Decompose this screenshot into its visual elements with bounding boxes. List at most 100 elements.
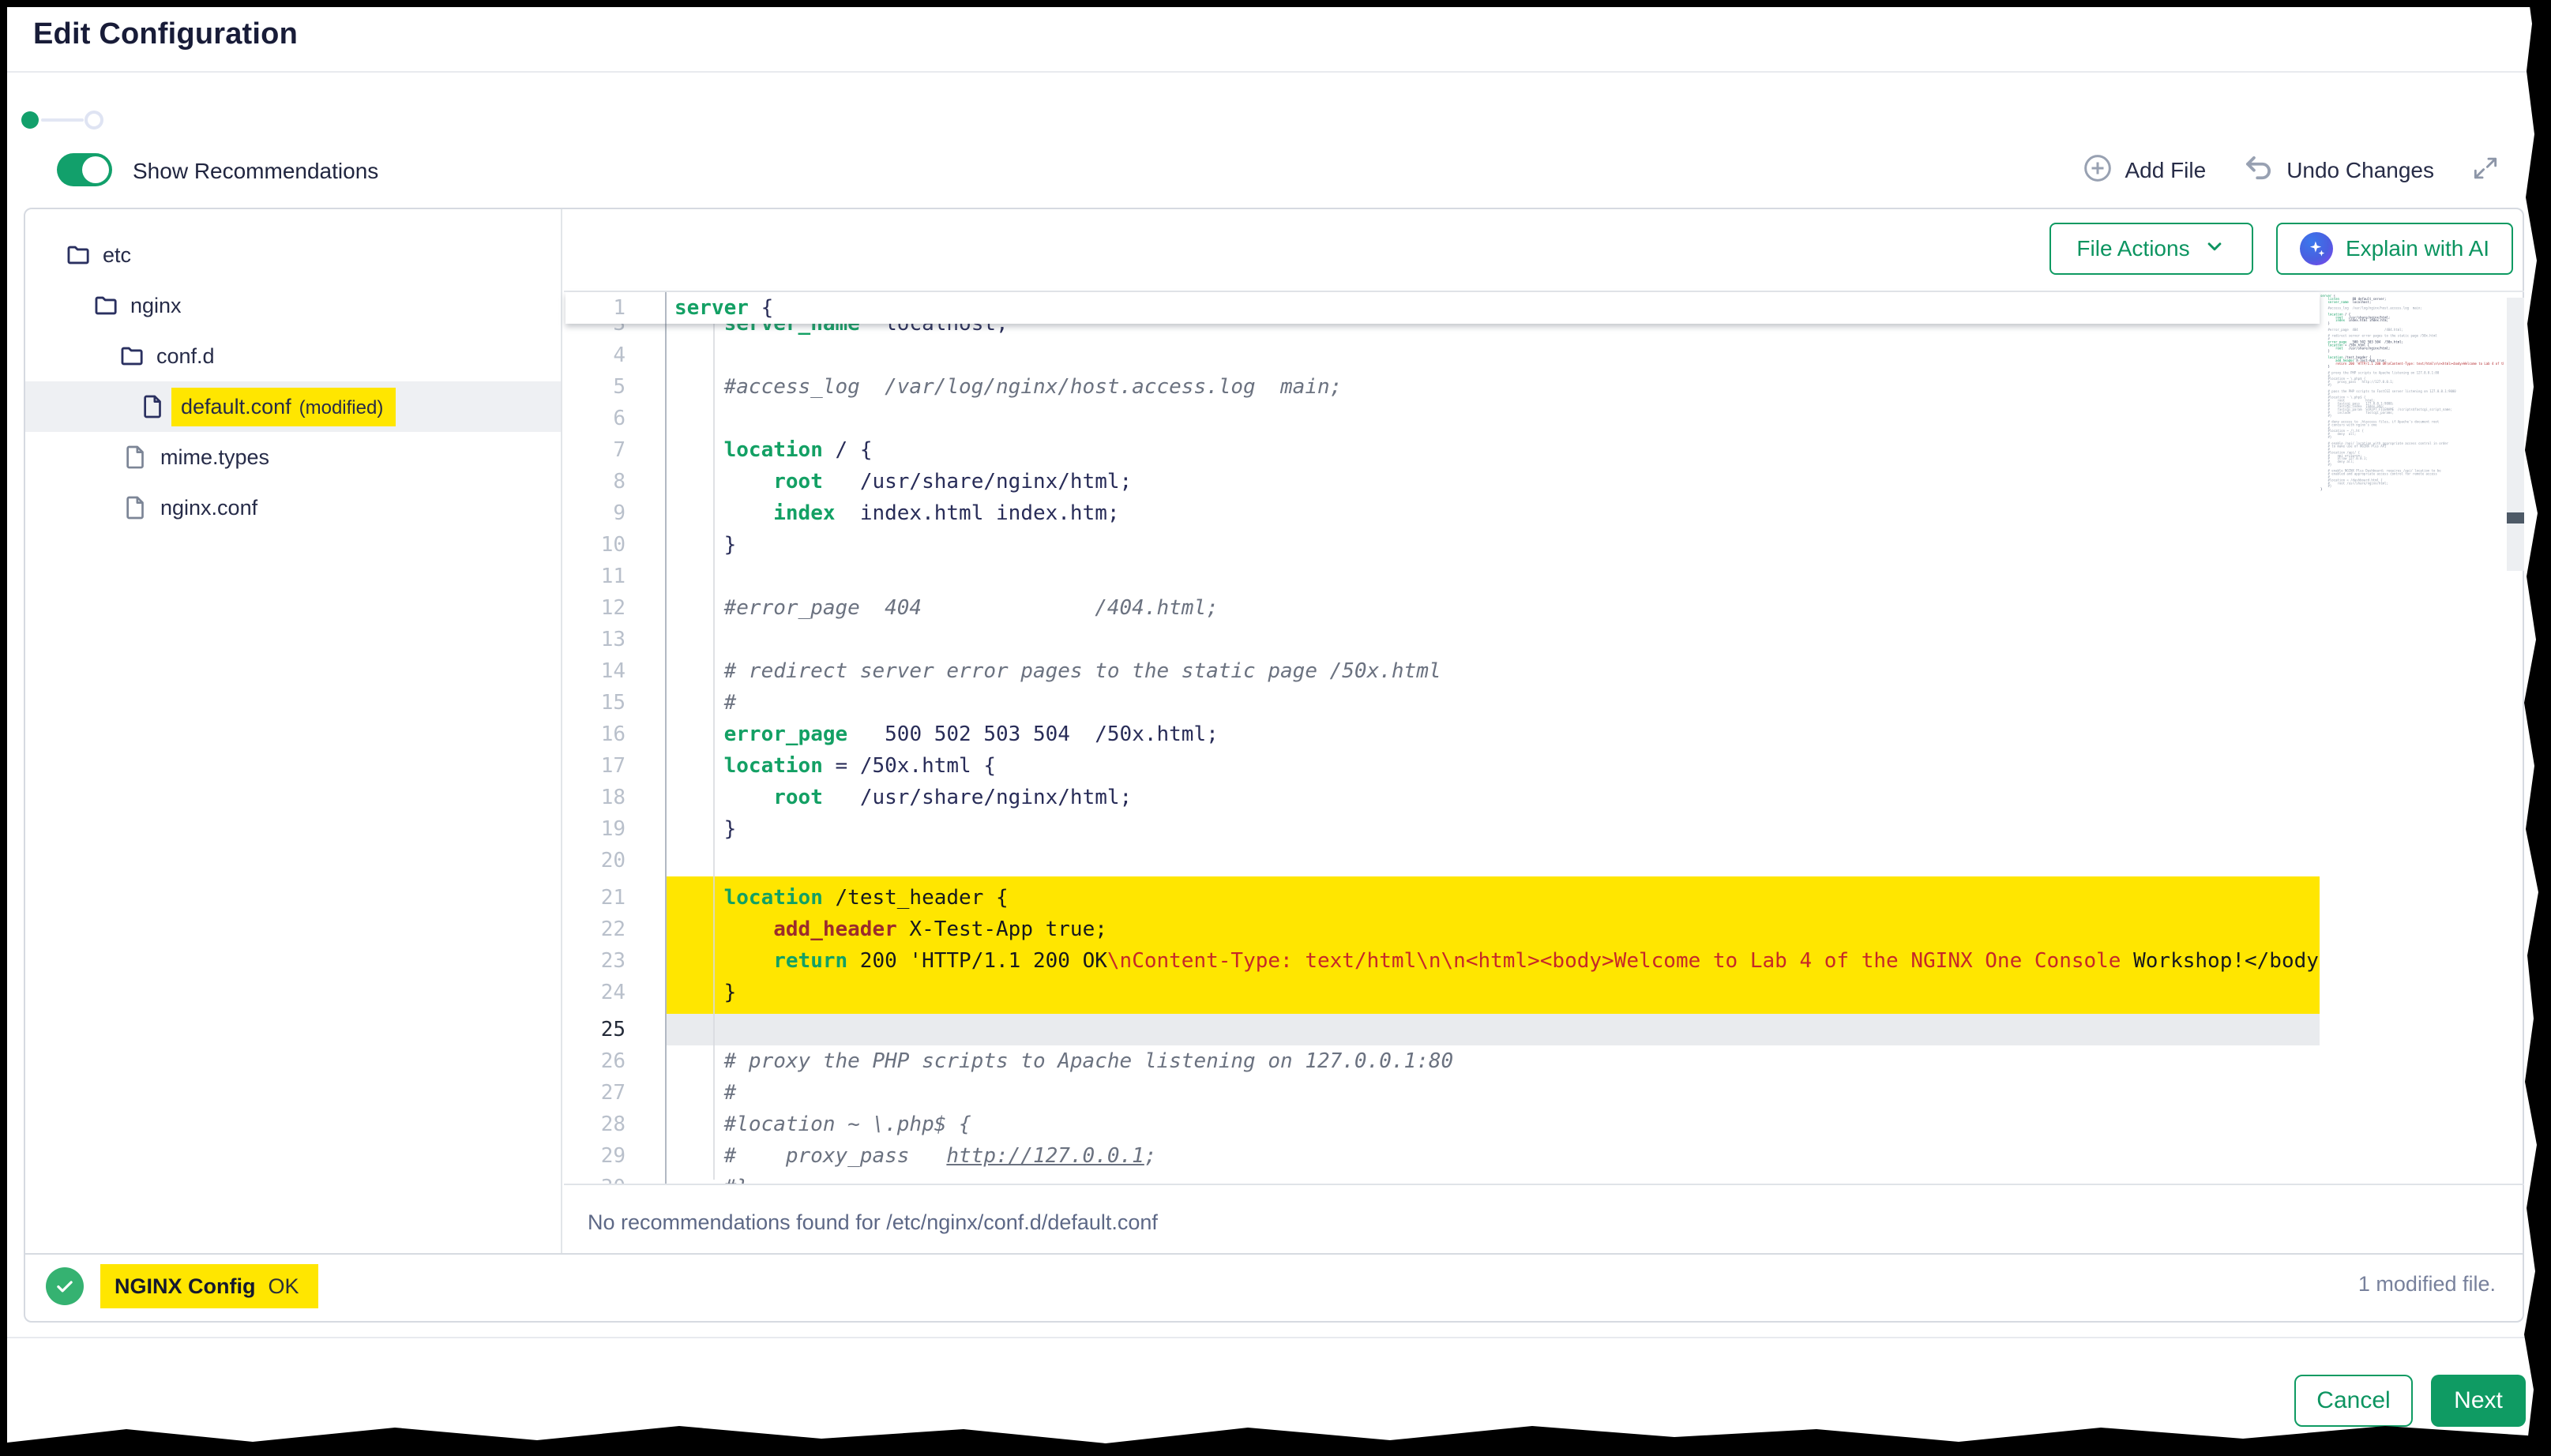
code-line-11[interactable]: 11 [565,561,2320,592]
add-file-button[interactable]: Add File [2082,152,2206,188]
code-content: #} [665,1172,2320,1184]
line-number: 11 [565,561,665,592]
code-line-10[interactable]: 10 } [565,529,2320,561]
line-number: 28 [565,1109,665,1140]
expand-button[interactable] [2470,153,2500,187]
vertical-scrollbar-track[interactable] [2507,298,2524,571]
code-content: #location ~ \.php$ { [665,1109,2320,1140]
code-content: # proxy the PHP scripts to Apache listen… [665,1045,2320,1077]
file-actions-button[interactable]: File Actions [2049,223,2253,275]
code-line-12[interactable]: 12 #error_page 404 /404.html; [565,592,2320,624]
code-line-27[interactable]: 27 # [565,1077,2320,1109]
code-content [665,340,2320,371]
code-line-23[interactable]: 23 return 200 'HTTP/1.1 200 OK\nContent-… [565,945,2320,977]
tree-item-conf.d[interactable]: conf.d [25,331,561,381]
status-value: OK [268,1274,299,1299]
next-button[interactable]: Next [2431,1375,2526,1427]
code-line-22[interactable]: 22 add_header X-Test-App true; [565,914,2320,945]
minimap[interactable]: server { listen 80 default_server; serve… [2320,295,2504,705]
line-number: 14 [565,655,665,687]
footer-divider [0,1337,2551,1338]
code-content [665,561,2320,592]
status-bar: NGINX Config OK 1 modified file. [25,1255,2523,1321]
code-line-8[interactable]: 8 root /usr/share/nginx/html; [565,466,2320,497]
tree-item-nginx.conf[interactable]: nginx.conf [25,482,561,533]
code-line-17[interactable]: 17 location = /50x.html { [565,750,2320,782]
code-content: root /usr/share/nginx/html; [665,782,2320,813]
code-line-5[interactable]: 5 #access_log /var/log/nginx/host.access… [565,371,2320,403]
line-number: 21 [565,882,665,914]
code-line-15[interactable]: 15 # [565,687,2320,719]
code-line-6[interactable]: 6 [565,403,2320,434]
code-line-13[interactable]: 13 [565,624,2320,655]
code-content: error_page 500 502 503 504 /50x.html; [665,719,2320,750]
code-content: # [665,687,2320,719]
tree-item-label: conf.d [156,344,215,369]
explain-with-ai-button[interactable]: Explain with AI [2276,223,2513,275]
line-number: 19 [565,813,665,845]
undo-changes-button[interactable]: Undo Changes [2242,152,2434,189]
folder-icon [118,343,145,370]
code-line-19[interactable]: 19 } [565,813,2320,845]
code-line-1[interactable]: 1server { [565,292,773,324]
code-content: location / { [665,434,2320,466]
code-line-7[interactable]: 7 location / { [565,434,2320,466]
header-divider [0,71,2551,73]
code-line-28[interactable]: 28 #location ~ \.php$ { [565,1109,2320,1140]
code-editor[interactable]: 3 server_name localhost;45 #access_log /… [565,292,2320,1184]
line-number: 30 [565,1172,665,1184]
code-line-25[interactable]: 25 [565,1014,2320,1045]
line-number: 27 [565,1077,665,1109]
add-file-label: Add File [2125,158,2206,183]
code-line-14[interactable]: 14 # redirect server error pages to the … [565,655,2320,687]
code-content [665,845,2320,876]
code-highlight-spacer [565,1008,2320,1014]
code-line-24[interactable]: 24 } [565,977,2320,1008]
line-number: 24 [565,977,665,1008]
code-content: # [665,1077,2320,1109]
code-line-20[interactable]: 20 [565,845,2320,876]
tree-item-mime.types[interactable]: mime.types [25,432,561,482]
show-recommendations-label: Show Recommendations [133,159,378,184]
tree-item-etc[interactable]: etc [25,230,561,280]
line-number: 20 [565,845,665,876]
code-content: } [665,977,2320,1008]
code-content: #access_log /var/log/nginx/host.access.l… [665,371,2320,403]
code-content: # proxy_pass http://127.0.0.1; [665,1140,2320,1172]
code-line-16[interactable]: 16 error_page 500 502 503 504 /50x.html; [565,719,2320,750]
line-number: 15 [565,687,665,719]
tree-item-nginx[interactable]: nginx [25,280,561,331]
vertical-scrollbar-thumb[interactable] [2507,512,2524,523]
code-content: location = /50x.html { [665,750,2320,782]
tree-item-label: nginx [130,294,182,318]
line-number: 18 [565,782,665,813]
code-line-30[interactable]: 30 #} [565,1172,2320,1184]
code-content [665,876,2320,882]
code-line-21[interactable]: 21 location /test_header { [565,882,2320,914]
line-number: 9 [565,497,665,529]
code-line-26[interactable]: 26 # proxy the PHP scripts to Apache lis… [565,1045,2320,1077]
code-content: server { [665,292,773,324]
code-line-9[interactable]: 9 index index.html index.htm; [565,497,2320,529]
cancel-button[interactable]: Cancel [2294,1375,2413,1427]
code-content: root /usr/share/nginx/html; [665,466,2320,497]
tree-item-default.conf[interactable]: default.conf(modified) [25,381,561,432]
edit-configuration-dialog: Edit Configuration Show Recommendations … [0,0,2551,1456]
line-number: 22 [565,914,665,945]
explain-ai-label: Explain with AI [2346,236,2489,261]
page-title: Edit Configuration [33,17,298,51]
recommendations-divider [564,1184,2524,1185]
code-line-18[interactable]: 18 root /usr/share/nginx/html; [565,782,2320,813]
line-number: 10 [565,529,665,561]
no-recommendations-text: No recommendations found for /etc/nginx/… [588,1210,1158,1235]
code-content: return 200 'HTTP/1.1 200 OK\nContent-Typ… [665,945,2320,977]
line-number: 26 [565,1045,665,1077]
sticky-code-line-1[interactable]: 1server { [565,292,2320,324]
code-content: #error_page 404 /404.html; [665,592,2320,624]
line-number: 17 [565,750,665,782]
show-recommendations-toggle[interactable] [57,153,112,186]
line-number: 7 [565,434,665,466]
code-line-29[interactable]: 29 # proxy_pass http://127.0.0.1; [565,1140,2320,1172]
toggle-knob [82,156,109,183]
code-line-4[interactable]: 4 [565,340,2320,371]
